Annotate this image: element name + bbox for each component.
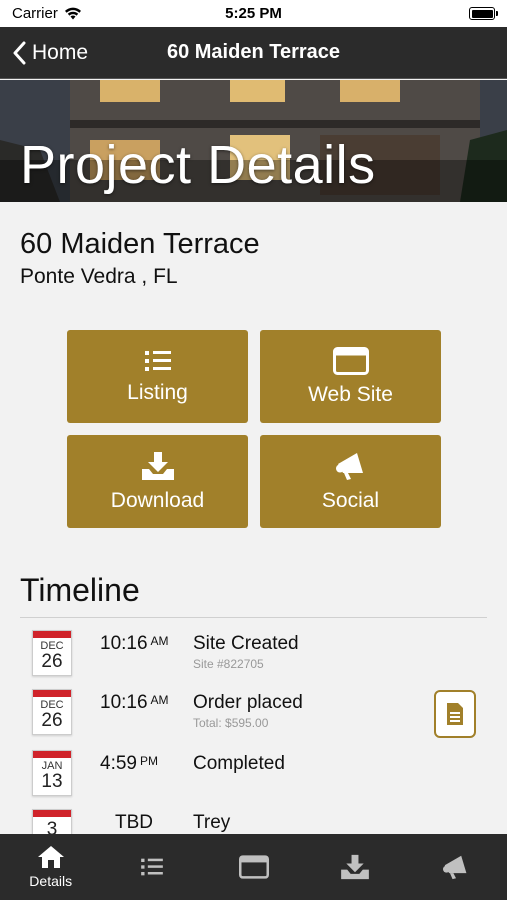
back-button[interactable]: Home	[0, 41, 88, 65]
calendar-day: 26	[41, 710, 63, 731]
browser-window-icon	[332, 346, 369, 375]
tab-details[interactable]: Details	[0, 834, 101, 900]
calendar-icon: DEC 26	[32, 630, 72, 676]
download-icon	[341, 854, 369, 880]
list-icon	[144, 350, 171, 371]
event-time: 10:16 AM	[100, 633, 169, 654]
home-icon	[37, 846, 64, 868]
tab-details-label: Details	[29, 873, 73, 889]
carrier-label: Carrier	[12, 5, 58, 22]
event-detail: Total: $595.00	[193, 716, 269, 730]
timeline-row: JAN 13 4:59 PM Completed	[0, 750, 507, 808]
listing-label: Listing	[127, 380, 188, 404]
social-button[interactable]: Social	[260, 435, 441, 528]
browser-window-icon	[238, 855, 269, 879]
tab-social[interactable]	[406, 834, 507, 900]
event-detail: Site #822705	[193, 657, 264, 671]
event-time: TBD	[115, 812, 153, 833]
navigation-bar: Home 60 Maiden Terrace	[0, 27, 507, 79]
city-state: Ponte Vedra , FL	[20, 265, 178, 288]
event-info: Trey	[193, 812, 230, 834]
event-name: Trey	[193, 812, 231, 833]
event-time: 10:16 AM	[100, 692, 169, 713]
calendar-day: 13	[41, 771, 63, 792]
action-tiles: Listing Web Site Download Social	[67, 330, 441, 528]
tab-listing[interactable]	[101, 834, 202, 900]
megaphone-icon	[335, 452, 363, 480]
wifi-icon	[64, 7, 81, 20]
event-info: Site Created Site #822705	[193, 633, 299, 671]
status-left: Carrier	[12, 5, 82, 22]
download-label: Download	[110, 488, 205, 512]
hero-banner: Project Details	[0, 80, 507, 202]
website-label: Web Site	[308, 382, 393, 406]
tab-website[interactable]	[203, 834, 304, 900]
document-icon	[447, 703, 463, 725]
invoice-button[interactable]	[434, 690, 476, 738]
event-name: Order placed	[193, 692, 303, 713]
battery-icon	[469, 7, 498, 20]
timeline-heading: Timeline	[20, 572, 140, 608]
calendar-icon: DEC 26	[32, 689, 72, 735]
listing-button[interactable]: Listing	[67, 330, 248, 423]
list-icon	[141, 858, 163, 876]
tab-bar: Details	[0, 834, 507, 900]
timeline-row: DEC 26 10:16 AM Order placed Total: $595.…	[0, 689, 507, 747]
street-address: 60 Maiden Terrace	[20, 228, 260, 260]
chevron-left-icon	[13, 41, 26, 64]
calendar-day: 26	[41, 651, 63, 672]
website-button[interactable]: Web Site	[260, 330, 441, 423]
download-icon	[141, 451, 174, 480]
event-time: 4:59 PM	[100, 753, 158, 774]
timeline-row: DEC 26 10:16 AM Site Created Site #822705	[0, 630, 507, 688]
property-address: 60 Maiden Terrace Ponte Vedra , FL	[20, 228, 260, 289]
status-bar: Carrier 5:25 PM	[0, 0, 507, 27]
social-label: Social	[321, 488, 380, 512]
back-label: Home	[32, 40, 89, 64]
event-info: Order placed Total: $595.00	[193, 692, 303, 730]
megaphone-icon	[443, 855, 467, 880]
divider	[20, 617, 487, 618]
download-button[interactable]: Download	[67, 435, 248, 528]
event-info: Completed	[193, 753, 285, 775]
event-name: Site Created	[193, 633, 299, 654]
tab-download[interactable]	[304, 834, 405, 900]
calendar-icon: JAN 13	[32, 750, 72, 796]
hero-title: Project Details	[20, 135, 376, 195]
event-name: Completed	[193, 753, 285, 774]
